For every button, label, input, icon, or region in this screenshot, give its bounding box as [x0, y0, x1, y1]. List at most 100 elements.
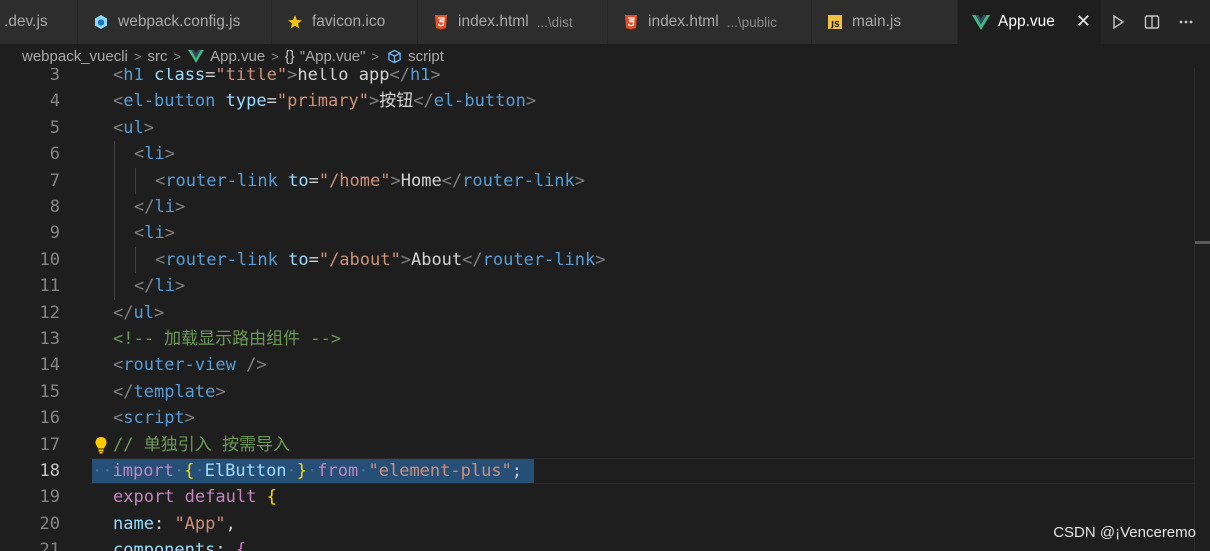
code-line[interactable]: 13 <!-- 加载显示路由组件 --> [0, 326, 1194, 352]
code-line[interactable]: 14 <router-view /> [0, 352, 1194, 378]
code-text: components: { [113, 540, 247, 551]
code-text: // 单独引入 按需导入 [113, 434, 290, 455]
line-number: 11 [39, 276, 60, 297]
tab-dev-js[interactable]: .dev.js [0, 0, 78, 44]
line-number: 9 [49, 223, 60, 244]
breadcrumb-folder-src[interactable]: src [148, 48, 168, 65]
line-number: 12 [39, 302, 60, 323]
breadcrumb-label: App.vue [210, 47, 266, 65]
indent-guide [114, 273, 115, 300]
line-number: 13 [39, 329, 60, 349]
editor-tab-bar: .dev.js webpack.config.js favicon.ico in… [0, 0, 1210, 44]
code-text: <h1 class="title">hello app</h1> [113, 68, 441, 85]
breadcrumb-label: "App.vue" [299, 47, 366, 65]
tab-path-hint: ...\dist [536, 14, 573, 30]
breadcrumb-separator: > [271, 48, 279, 64]
more-actions-icon[interactable] [1176, 12, 1196, 32]
line-number: 10 [39, 249, 60, 270]
code-line[interactable]: 16 <script> [0, 405, 1194, 431]
code-line[interactable]: 18 ··import·{·ElButton·}·from·"element-pl… [0, 458, 1194, 484]
code-line[interactable]: 6 <li> [0, 141, 1194, 168]
line-number: 17 [39, 434, 60, 455]
run-icon[interactable] [1108, 12, 1128, 32]
indent-guide [114, 167, 115, 194]
code-line[interactable]: 3 <h1 class="title">hello app</h1> [0, 68, 1194, 88]
code-text: <script> [113, 408, 195, 429]
code-text: </ul> [113, 302, 165, 323]
breadcrumb-label: src [147, 47, 168, 65]
code-line[interactable]: 11 </li> [0, 273, 1194, 300]
html5-icon [432, 13, 450, 31]
tab-label: index.html [458, 13, 529, 30]
code-text: <router-link to="/about">About</router-l… [155, 249, 606, 270]
line-number: 15 [39, 381, 60, 402]
code-text: ··import·{·ElButton·}·from·"element-plus… [92, 461, 523, 481]
line-number: 19 [39, 487, 60, 508]
code-text: </template> [113, 381, 226, 402]
object-braces-icon: {} [284, 47, 295, 65]
tab-label: webpack.config.js [118, 13, 241, 30]
line-number: 18 [39, 461, 60, 481]
watermark: CSDN @¡Venceremo [1053, 524, 1196, 541]
editor-scrollbar[interactable] [1194, 68, 1210, 551]
indent-guide [114, 246, 115, 274]
tab-label: main.js [852, 13, 902, 30]
line-number: 3 [49, 68, 60, 85]
code-text: <el-button type="primary">按钮</el-button> [113, 91, 537, 112]
overview-ruler-cursor-mark [1195, 241, 1210, 244]
code-text: export default { [113, 487, 277, 508]
tab-webpack-config[interactable]: webpack.config.js [78, 0, 272, 44]
code-text: <router-view /> [113, 355, 267, 376]
breadcrumb-label: webpack_vuecli [22, 47, 128, 65]
tab-index-html-dist[interactable]: index.html ...\dist [418, 0, 608, 44]
close-tab-icon[interactable]: ✕ [1076, 11, 1091, 31]
breadcrumb-symbol-script[interactable]: script [385, 47, 444, 65]
code-line[interactable]: 7 <router-link to="/home">Home</router-li… [0, 167, 1194, 194]
star-icon [286, 13, 304, 31]
code-line[interactable]: 19 export default { [0, 484, 1194, 510]
breadcrumb-separator: > [371, 48, 380, 64]
tab-main-js[interactable]: JS main.js [812, 0, 958, 44]
cube-symbol-icon [385, 47, 403, 65]
code-text: name: "App", [113, 513, 236, 534]
code-line[interactable]: 5 <ul> [0, 115, 1194, 141]
code-line[interactable]: 9 <li> [0, 220, 1194, 247]
html5-icon [622, 13, 640, 31]
indent-guide [135, 246, 136, 274]
split-editor-icon[interactable] [1142, 12, 1162, 32]
code-text: </li> [134, 197, 186, 217]
line-number: 14 [39, 355, 60, 376]
line-number: 7 [49, 170, 60, 191]
vue-icon [972, 13, 990, 31]
editor-actions [1108, 0, 1210, 44]
breadcrumb-object-app-vue[interactable]: {} "App.vue" [285, 48, 366, 65]
webpack-cube-icon [92, 13, 110, 31]
code-line[interactable]: 17 // 单独引入 按需导入 [0, 432, 1194, 458]
tab-app-vue[interactable]: App.vue ✕ [958, 0, 1102, 44]
line-number: 6 [49, 144, 60, 165]
breadcrumb: webpack_vuecli > src > App.vue > {} "App… [0, 44, 1210, 68]
breadcrumb-file-app-vue[interactable]: App.vue [187, 47, 265, 65]
code-line[interactable]: 12 </ul> [0, 300, 1194, 326]
code-line[interactable]: 4 <el-button type="primary">按钮</el-button… [0, 88, 1194, 114]
breadcrumb-separator: > [173, 48, 182, 64]
code-text: <li> [134, 223, 175, 244]
code-editor[interactable]: 3 <h1 class="title">hello app</h1> 4 <el-bu… [0, 68, 1210, 551]
code-text: <!-- 加载显示路由组件 --> [113, 329, 342, 349]
js-file-icon: JS [826, 13, 844, 31]
lightbulb-icon[interactable] [93, 435, 109, 455]
code-line[interactable]: 21 components: { [0, 537, 1194, 551]
code-line[interactable]: 8 </li> [0, 194, 1194, 221]
line-number: 8 [49, 197, 60, 217]
tab-favicon[interactable]: favicon.ico [272, 0, 418, 44]
code-text: <router-link to="/home">Home</router-lin… [155, 170, 586, 191]
code-line[interactable]: 10 <router-link to="/about">About</router… [0, 246, 1194, 274]
code-text: </li> [134, 276, 186, 297]
code-line[interactable]: 15 </template> [0, 379, 1194, 405]
tab-index-html-public[interactable]: index.html ...\public [608, 0, 812, 44]
tab-label: .dev.js [4, 13, 48, 30]
code-text: <li> [134, 144, 175, 165]
code-line[interactable]: 20 name: "App", [0, 511, 1194, 537]
line-number: 20 [39, 513, 60, 534]
breadcrumb-folder-webpack-vuecli[interactable]: webpack_vuecli [22, 48, 128, 65]
